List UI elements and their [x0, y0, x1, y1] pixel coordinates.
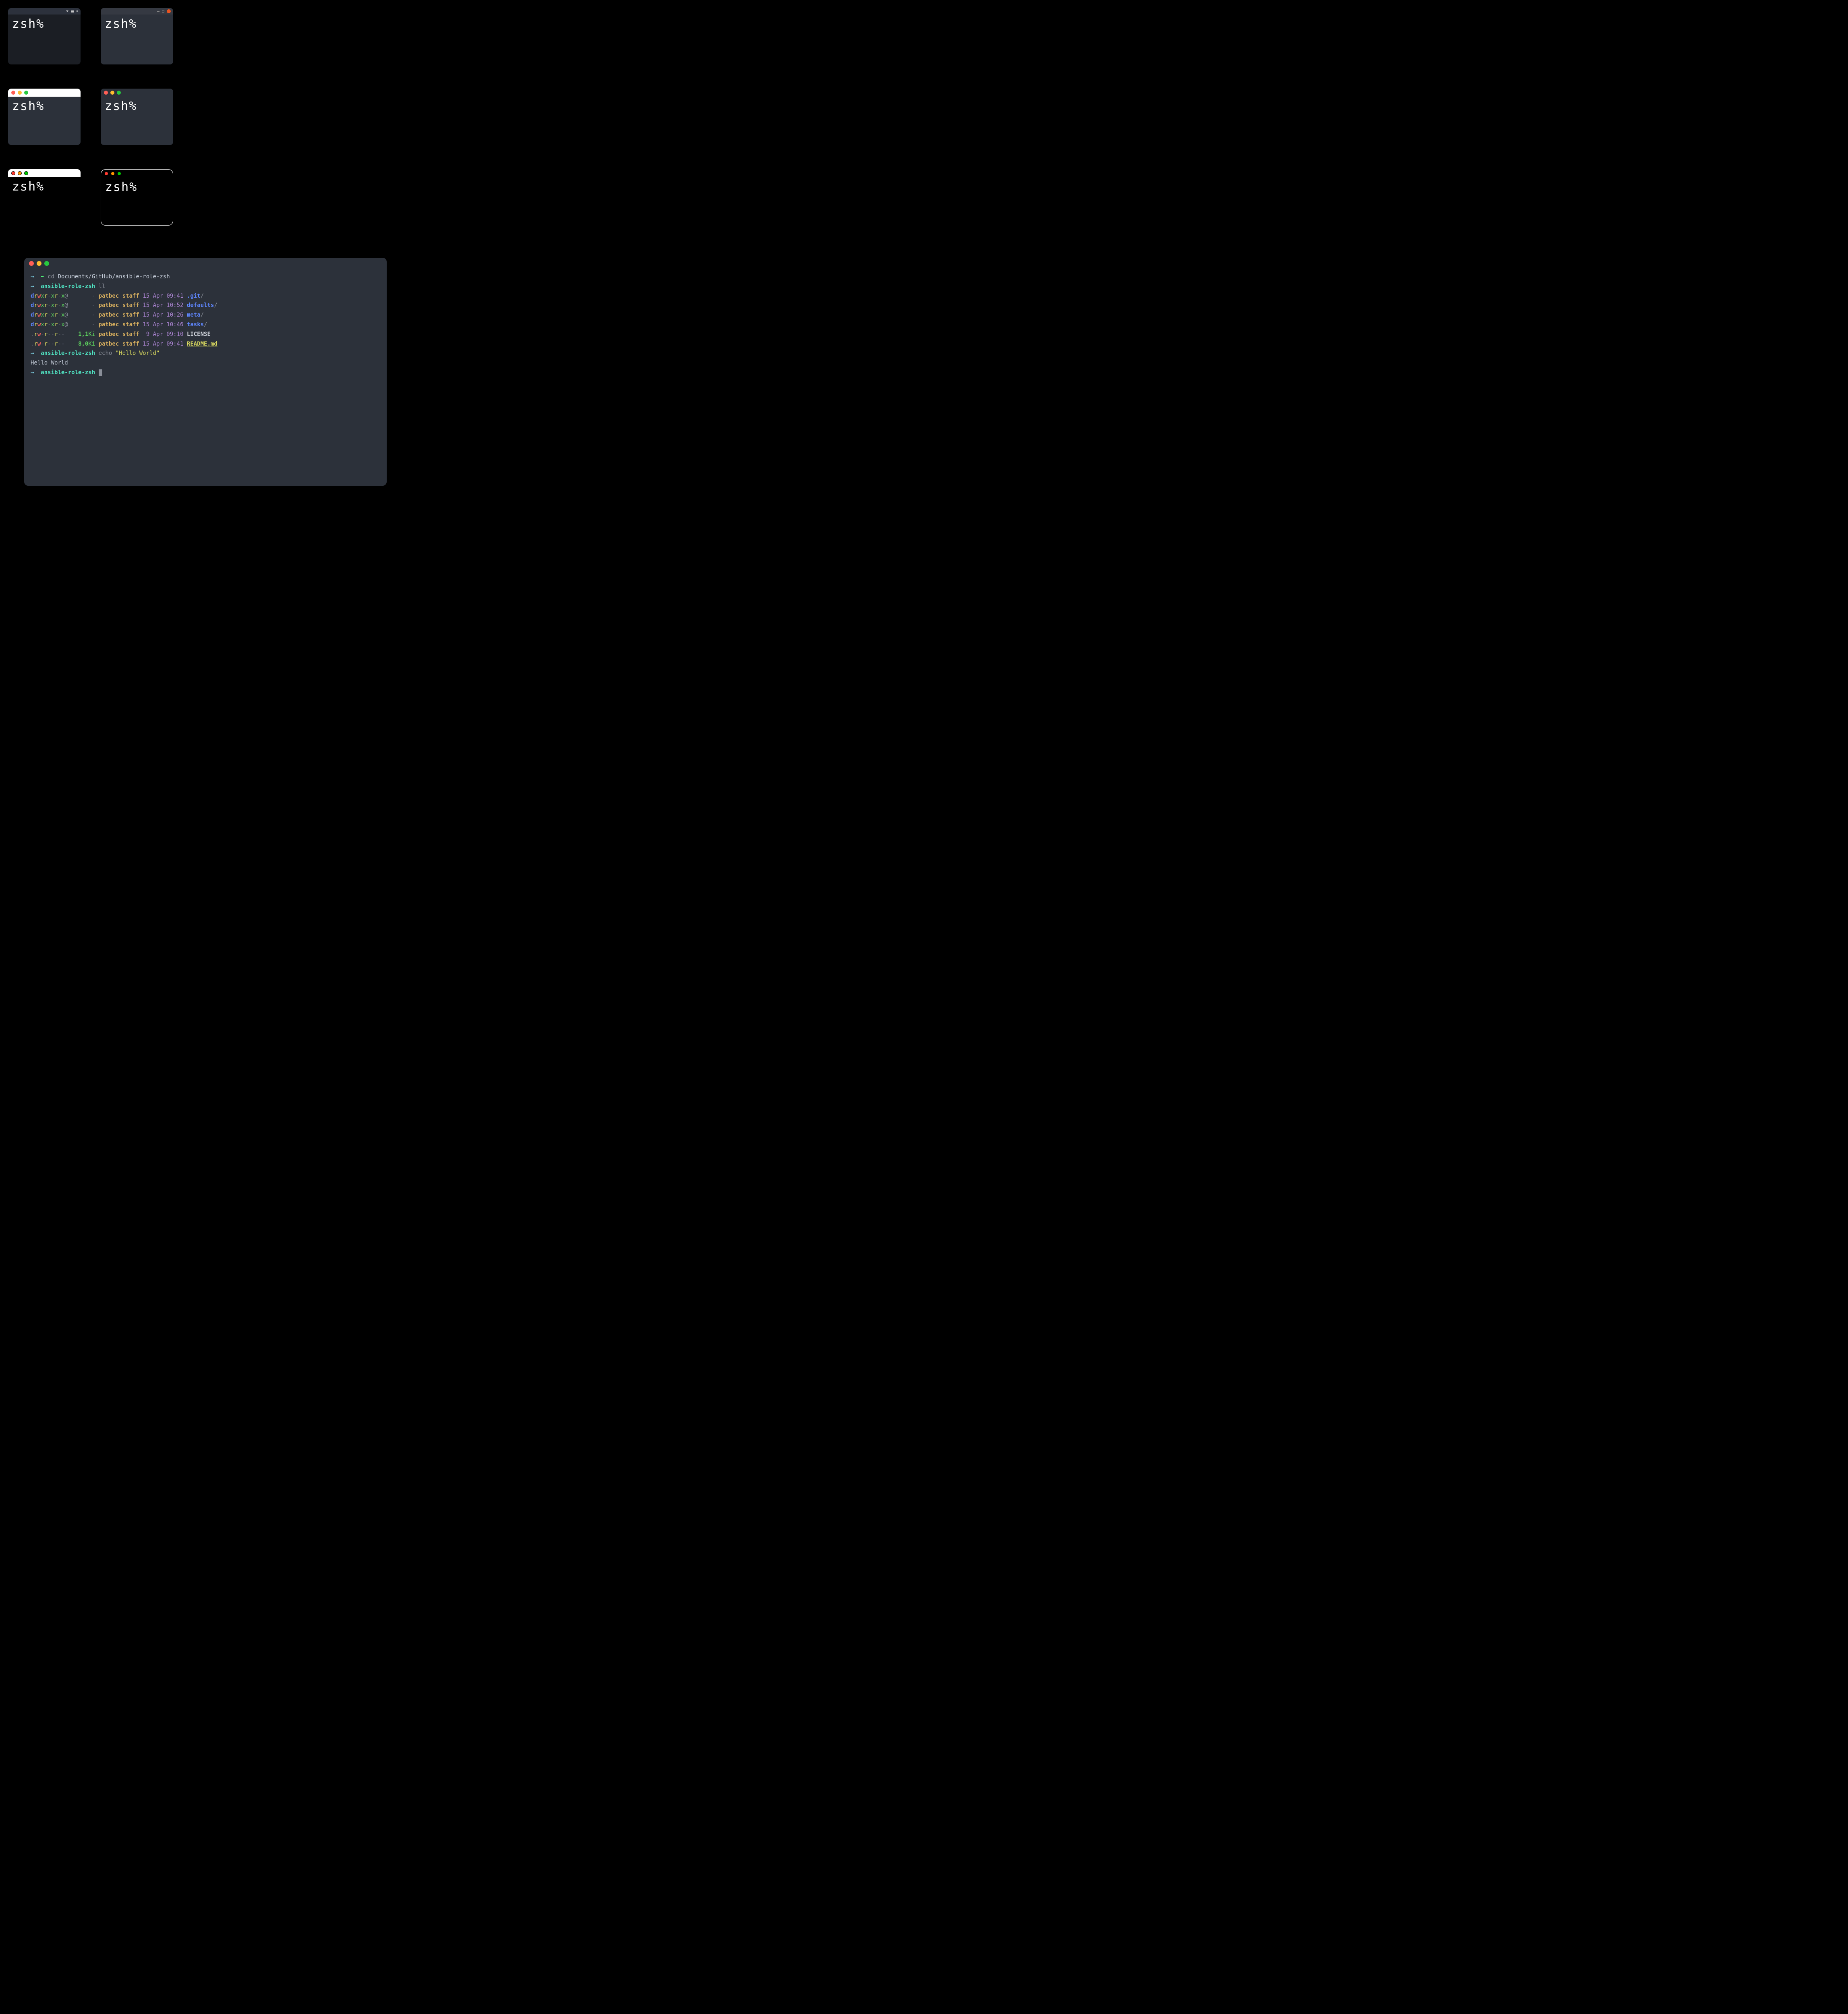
prompt-text: zsh% — [101, 15, 173, 33]
terminal-card-mac-dark: zsh% — [101, 89, 173, 145]
minimize-icon[interactable] — [110, 91, 114, 95]
listing-row: .rw-r--r-- 1,1Ki patbec staff 9 Apr 09:1… — [31, 330, 380, 340]
prompt-text: zsh% — [101, 97, 173, 116]
terminal-card-outline: zsh% — [101, 169, 173, 226]
titlebar: × — [8, 8, 81, 15]
maximize-icon[interactable] — [162, 10, 164, 12]
titlebar — [101, 89, 173, 97]
terminal-card-gnome-dark: × zsh% — [8, 8, 81, 64]
terminal-line: → ansible-role-zsh echo "Hello World" — [31, 349, 380, 358]
maximize-icon[interactable] — [24, 171, 28, 175]
close-icon[interactable]: × — [76, 10, 78, 13]
close-icon[interactable] — [11, 91, 15, 95]
terminal-card-minimal: zsh% — [8, 169, 81, 226]
cwd-dir: ansible-role-zsh — [41, 283, 95, 290]
cursor — [99, 369, 102, 376]
prompt-text: zsh% — [8, 177, 81, 196]
cd-path: Documents/GitHub/ansible-role-zsh — [58, 274, 170, 280]
titlebar — [8, 169, 81, 177]
listing-row: drwxr-xr-x@ - patbec staff 15 Apr 09:41 … — [31, 292, 380, 301]
cwd-tilde: ~ — [41, 274, 44, 280]
cwd-dir: ansible-role-zsh — [41, 350, 95, 356]
file-listing: drwxr-xr-x@ - patbec staff 15 Apr 09:41 … — [31, 292, 380, 349]
prompt-arrow: → — [31, 283, 34, 290]
maximize-icon[interactable] — [117, 91, 121, 95]
listing-row: .rw-r--r-- 8,0Ki patbec staff 15 Apr 09:… — [31, 340, 380, 349]
cmd-ll: ll — [99, 283, 106, 290]
prompt-arrow: → — [31, 350, 34, 356]
close-icon[interactable] — [11, 171, 15, 175]
terminal-line: → ansible-role-zsh ll — [31, 282, 380, 292]
minimize-icon[interactable] — [111, 172, 115, 176]
terminal-card-mac-light: zsh% — [8, 89, 81, 145]
cwd-dir: ansible-role-zsh — [41, 369, 95, 376]
titlebar — [8, 89, 81, 97]
dropdown-icon[interactable] — [66, 10, 68, 12]
listing-row: drwxr-xr-x@ - patbec staff 15 Apr 10:26 … — [31, 311, 380, 320]
maximize-icon[interactable] — [117, 172, 121, 176]
terminal-output: Hello World — [31, 358, 380, 368]
close-icon[interactable] — [167, 9, 171, 13]
close-icon[interactable] — [104, 91, 108, 95]
minimize-icon[interactable] — [18, 91, 22, 95]
maximize-icon[interactable] — [24, 91, 28, 95]
cmd-echo: echo — [99, 350, 112, 356]
maximize-icon[interactable] — [44, 261, 49, 266]
listing-row: drwxr-xr-x@ - patbec staff 15 Apr 10:52 … — [31, 301, 380, 311]
titlebar — [101, 170, 173, 178]
titlebar — [24, 258, 387, 269]
prompt-text: zsh% — [8, 15, 81, 33]
prompt-arrow: → — [31, 369, 34, 376]
close-icon[interactable] — [29, 261, 34, 266]
terminal-line: → ~ cd Documents/GitHub/ansible-role-zsh — [31, 272, 380, 282]
prompt-arrow: → — [31, 274, 34, 280]
cmd-cd: cd — [48, 274, 54, 280]
minimize-icon[interactable] — [37, 261, 41, 266]
titlebar — [101, 8, 173, 15]
close-icon[interactable] — [104, 172, 108, 176]
terminal-card-gnome-dark-2: zsh% — [101, 8, 173, 64]
terminal-line: → ansible-role-zsh — [31, 368, 380, 378]
terminal-body[interactable]: → ~ cd Documents/GitHub/ansible-role-zsh… — [24, 269, 387, 381]
prompt-text: zsh% — [101, 178, 173, 197]
terminal-styles-grid: × zsh% zsh% zsh% zsh% — [8, 8, 1840, 226]
minimize-icon[interactable] — [157, 11, 160, 12]
hamburger-icon[interactable] — [71, 10, 74, 12]
echo-arg: "Hello World" — [116, 350, 160, 356]
minimize-icon[interactable] — [18, 171, 22, 175]
listing-row: drwxr-xr-x@ - patbec staff 15 Apr 10:46 … — [31, 320, 380, 330]
main-terminal: → ~ cd Documents/GitHub/ansible-role-zsh… — [24, 258, 387, 486]
prompt-text: zsh% — [8, 97, 81, 116]
